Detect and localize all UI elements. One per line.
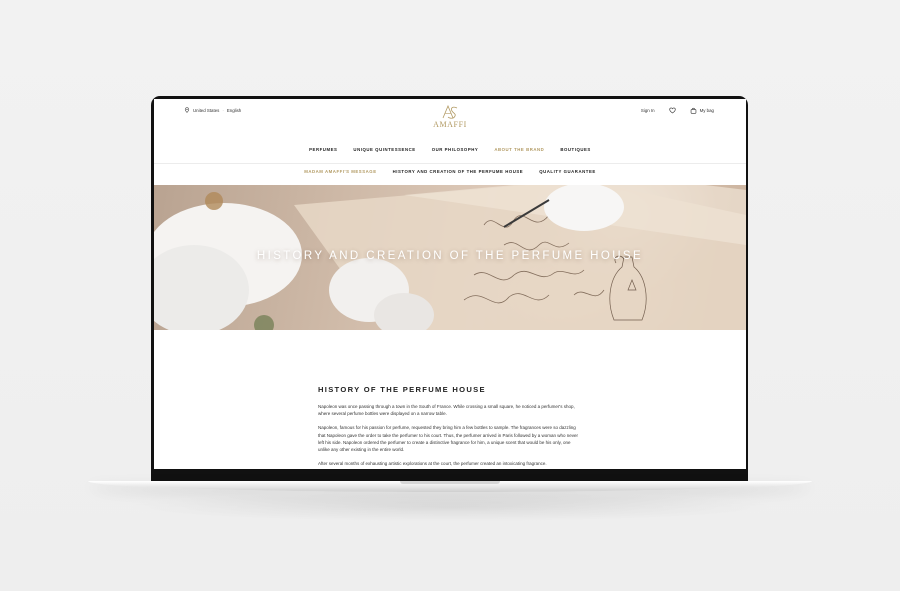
user-links: Sign In My bag — [641, 107, 714, 114]
sign-in-link[interactable]: Sign In — [641, 108, 655, 113]
site-header: United States · English AMAFFI Sign In M… — [154, 99, 746, 139]
nav-boutiques[interactable]: BOUTIQUES — [560, 147, 591, 161]
bag-button[interactable]: My bag — [690, 107, 714, 114]
nav-divider — [154, 163, 746, 164]
article-content: HISTORY OF THE PERFUME HOUSE Napoleon wa… — [318, 385, 582, 469]
laptop-shadow — [120, 492, 780, 522]
section-title: HISTORY OF THE PERFUME HOUSE — [318, 385, 486, 394]
locale-separator: · — [222, 107, 224, 113]
shopping-bag-icon — [690, 107, 696, 114]
paragraph-2: Napoleon, famous for his passion for per… — [318, 425, 579, 453]
country-label: United States — [193, 107, 220, 113]
laptop-screen: United States · English AMAFFI Sign In M… — [154, 99, 746, 469]
sub-navigation: MADAM AMAFFI'S MESSAGE HISTORY AND CREAT… — [154, 169, 746, 181]
paragraph-3: After several months of exhausting artis… — [318, 461, 547, 467]
language-label: English — [226, 107, 242, 113]
hero-title: HISTORY AND CREATION OF THE PERFUME HOUS… — [256, 250, 644, 262]
paragraph-1: Napoleon was once passing through a town… — [318, 404, 575, 417]
nav-our-philosophy[interactable]: OUR PHILOSOPHY — [432, 147, 479, 161]
laptop-base-notch — [400, 481, 500, 484]
main-navigation: PERFUMES UNIQUE QUINTESSENCE OUR PHILOSO… — [154, 147, 746, 161]
location-pin-icon — [184, 107, 190, 113]
monogram-icon — [442, 105, 458, 119]
subnav-madam-amaffi-message[interactable]: MADAM AMAFFI'S MESSAGE — [304, 169, 376, 181]
heart-icon — [668, 107, 676, 114]
bag-label: My bag — [699, 108, 714, 113]
nav-perfumes[interactable]: PERFUMES — [309, 147, 337, 161]
hero-banner: HISTORY AND CREATION OF THE PERFUME HOUS… — [154, 185, 746, 330]
nav-unique-quintessence[interactable]: UNIQUE QUINTESSENCE — [353, 147, 415, 161]
wishlist-button[interactable] — [668, 107, 676, 114]
logo-wordmark: AMAFFI — [433, 120, 467, 129]
brand-logo[interactable]: AMAFFI — [424, 105, 476, 129]
sign-in-label: Sign In — [640, 108, 655, 113]
subnav-history-and-creation[interactable]: HISTORY AND CREATION OF THE PERFUME HOUS… — [393, 169, 524, 181]
locale-selector[interactable]: United States · English — [184, 107, 241, 113]
subnav-quality-guarantee[interactable]: QUALITY GUARANTEE — [539, 169, 596, 181]
nav-about-the-brand[interactable]: ABOUT THE BRAND — [494, 147, 544, 161]
